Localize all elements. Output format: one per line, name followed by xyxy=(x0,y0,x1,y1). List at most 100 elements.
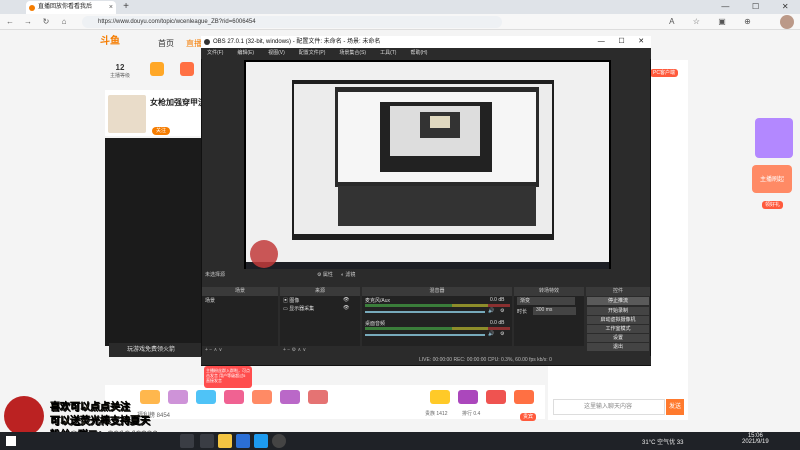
maximize-button[interactable]: ☐ xyxy=(752,0,759,14)
visibility-eye-icon[interactable]: 👁 xyxy=(343,305,349,311)
weather-text[interactable]: 31°C 空气优 33 xyxy=(642,437,683,446)
chat-input[interactable]: 这里输入聊天内容 xyxy=(553,399,665,415)
visibility-eye-icon[interactable]: 👁 xyxy=(343,297,349,303)
virtual-camera-button[interactable]: 启动虚拟摄像机 xyxy=(587,316,649,324)
stop-streaming-button[interactable]: 停止推流 xyxy=(587,297,649,305)
overlay-line2: 可以送荧光棒支持夏天 xyxy=(50,416,150,427)
edge-browser-icon[interactable] xyxy=(254,434,268,448)
gift-icon[interactable] xyxy=(224,390,244,404)
gift-icon[interactable] xyxy=(140,390,160,404)
douyu-logo[interactable]: 斗鱼 xyxy=(100,34,132,50)
douyu-favicon-icon xyxy=(29,5,35,11)
browser-tab[interactable]: 直播回放你看看我后 × xyxy=(26,1,116,14)
pirate-mascot-image xyxy=(4,396,44,436)
settings-button[interactable]: 设置 xyxy=(587,334,649,342)
read-aloud-icon[interactable]: A xyxy=(669,15,674,29)
promo-button[interactable]: 领好礼 xyxy=(762,198,784,209)
menu-view[interactable]: 视图(V) xyxy=(268,48,285,59)
search-icon[interactable] xyxy=(180,434,194,448)
speaker-icon[interactable]: 🔊 xyxy=(488,308,494,314)
gift-icon[interactable] xyxy=(308,390,328,404)
gear-icon[interactable]: ⚙ xyxy=(500,308,504,314)
nav-live-link[interactable]: 直播 xyxy=(186,38,202,49)
source-list-toolbar[interactable]: + − ⚙ ∧ ∨ xyxy=(283,347,306,353)
refresh-icon[interactable]: ↻ xyxy=(40,15,52,29)
obs-window-controls: — ☐ ✕ xyxy=(591,36,651,48)
obs-title: OBS 27.0.1 (32-bit, windows) - 配置文件: 未命名… xyxy=(213,39,381,45)
file-explorer-icon[interactable] xyxy=(218,434,232,448)
scene-item[interactable]: 场景 xyxy=(205,297,215,304)
fan-group-notice[interactable]: 主播粉丝群入群啦，可点击发言 用户等级超过5 直接发言 xyxy=(204,366,252,388)
audio-meter xyxy=(365,327,510,330)
collections-icon[interactable]: ▣ xyxy=(718,15,726,29)
rank-icon[interactable] xyxy=(180,62,194,76)
properties-button[interactable]: ⚙ 属性 xyxy=(317,270,333,280)
gift-icon[interactable] xyxy=(430,390,450,404)
url-input[interactable]: https://www.douyu.com/topic/wcenleague_Z… xyxy=(82,16,502,28)
gift-icon[interactable] xyxy=(458,390,478,404)
pc-client-badge[interactable]: PC客户端 xyxy=(650,66,678,77)
gift-icon[interactable] xyxy=(252,390,272,404)
audio-meter xyxy=(365,304,510,307)
level-number: 12 xyxy=(115,63,125,72)
volume-slider[interactable] xyxy=(365,334,485,336)
favorites-icon[interactable]: ☆ xyxy=(693,15,700,29)
volume-slider[interactable] xyxy=(365,311,485,313)
duration-input[interactable]: 300 ms xyxy=(533,307,576,315)
promo-banner[interactable] xyxy=(755,118,793,158)
menu-scene-collection[interactable]: 场景集合(S) xyxy=(339,48,366,59)
audio-track-name: 桌面音频 xyxy=(365,321,386,327)
send-button[interactable]: 发送 xyxy=(666,399,684,415)
gift-icon[interactable] xyxy=(280,390,300,404)
video-area[interactable] xyxy=(105,138,201,346)
filters-button[interactable]: ◐ 滤镜 xyxy=(341,270,355,280)
exit-button[interactable]: 退出 xyxy=(587,343,649,351)
start-recording-button[interactable]: 开始录制 xyxy=(587,307,649,315)
nav-home-link[interactable]: 首页 xyxy=(158,38,174,49)
close-button[interactable]: ✕ xyxy=(782,0,789,14)
store-icon[interactable] xyxy=(236,434,250,448)
gift-icon[interactable] xyxy=(196,390,216,404)
follow-button[interactable]: 关注 xyxy=(152,124,171,135)
profile-avatar[interactable] xyxy=(780,15,794,29)
menu-tools[interactable]: 工具(T) xyxy=(380,48,396,59)
extensions-icon[interactable]: ⊕ xyxy=(744,15,751,29)
menu-profile[interactable]: 配置文件(P) xyxy=(299,48,326,59)
back-icon[interactable]: ← xyxy=(4,15,16,29)
tab-title: 直播回放你看看我后 xyxy=(38,4,93,10)
game-promo-banner[interactable]: 玩游戏免费领火箭 xyxy=(109,343,201,357)
forward-icon[interactable]: → xyxy=(22,15,34,29)
minimize-button[interactable]: — xyxy=(721,0,729,14)
new-tab-button[interactable]: + xyxy=(120,1,132,13)
live-icon[interactable] xyxy=(150,62,164,76)
obs-maximize-button[interactable]: ☐ xyxy=(618,36,624,48)
streamer-avatar[interactable] xyxy=(108,95,146,133)
browser-window-controls: — ☐ ✕ xyxy=(710,0,800,14)
controls-panel-header: 控件 xyxy=(586,287,650,296)
home-icon[interactable]: ⌂ xyxy=(58,15,70,29)
transition-select[interactable]: 渐变 xyxy=(517,297,575,305)
gift-icon[interactable] xyxy=(514,390,534,404)
task-view-icon[interactable] xyxy=(200,434,214,448)
obs-logo-icon xyxy=(204,39,210,45)
fans-label: 贵族 1412 xyxy=(425,411,448,417)
source-item[interactable]: ▭ 显示器采集 xyxy=(283,305,314,312)
menu-help[interactable]: 帮助(H) xyxy=(410,48,427,59)
speaker-icon[interactable]: 🔊 xyxy=(488,331,494,337)
obs-close-button[interactable]: ✕ xyxy=(638,36,644,48)
windows-start-icon[interactable] xyxy=(6,436,16,446)
menu-file[interactable]: 文件(F) xyxy=(207,48,223,59)
gift-icon[interactable] xyxy=(486,390,506,404)
clock[interactable]: 15:06 2021/9/19 xyxy=(742,433,769,445)
overlay-line1: 喜欢可以点点关注 xyxy=(50,402,130,413)
source-item[interactable]: ▣ 图像 xyxy=(283,297,299,304)
close-tab-icon[interactable]: × xyxy=(109,1,113,14)
vip-badge[interactable]: 贵宾 xyxy=(520,410,537,421)
menu-edit[interactable]: 编辑(E) xyxy=(237,48,254,59)
scene-list-toolbar[interactable]: + − ∧ ∨ xyxy=(205,347,222,353)
gift-icon[interactable] xyxy=(168,390,188,404)
studio-mode-button[interactable]: 工作室模式 xyxy=(587,325,649,333)
obs-minimize-button[interactable]: — xyxy=(598,36,605,48)
gear-icon[interactable]: ⚙ xyxy=(500,331,504,337)
obs-taskbar-icon[interactable] xyxy=(272,434,286,448)
